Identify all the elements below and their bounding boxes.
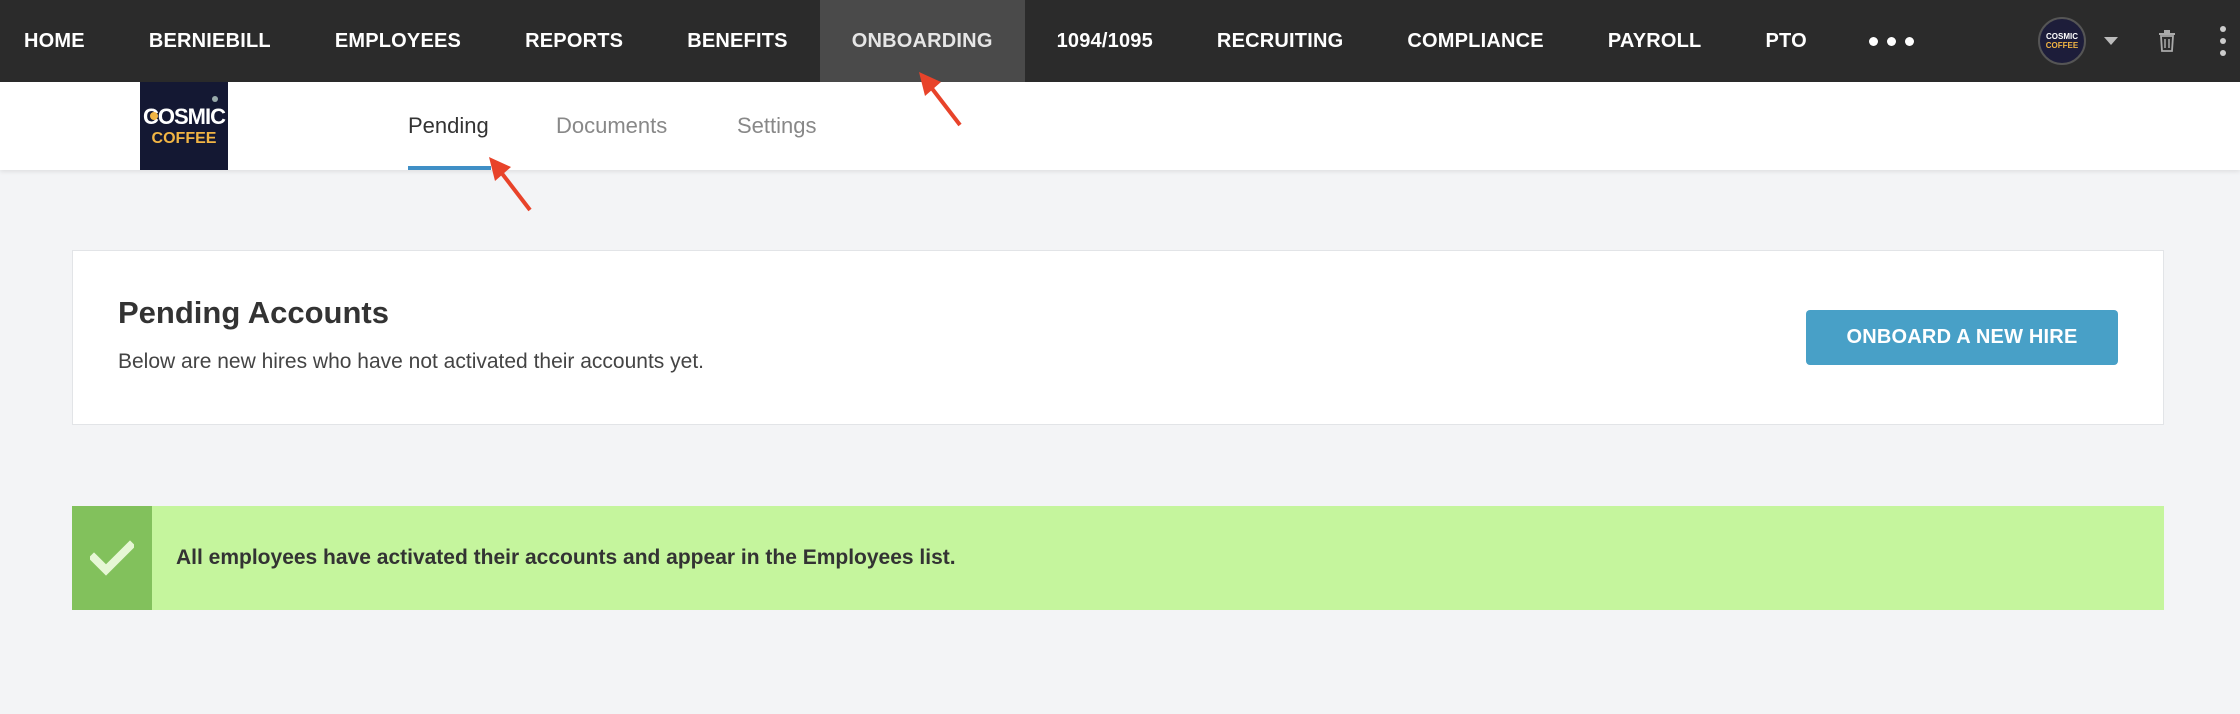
top-navigation: HOME BERNIEBILL EMPLOYEES REPORTS BENEFI… bbox=[0, 0, 2240, 82]
tab-settings[interactable]: Settings bbox=[737, 82, 817, 170]
alert-message: All employees have activated their accou… bbox=[176, 546, 956, 569]
nav-benefits[interactable]: BENEFITS bbox=[655, 0, 820, 82]
nav-compliance[interactable]: COMPLIANCE bbox=[1375, 0, 1575, 82]
trash-icon[interactable] bbox=[2158, 30, 2176, 52]
logo-planet-dot bbox=[150, 112, 158, 120]
nav-berniebill[interactable]: BERNIEBILL bbox=[117, 0, 303, 82]
check-icon bbox=[72, 506, 152, 610]
tab-documents[interactable]: Documents bbox=[556, 82, 667, 170]
tab-pending[interactable]: Pending bbox=[408, 82, 489, 170]
active-tab-indicator bbox=[408, 166, 491, 170]
nav-home[interactable]: HOME bbox=[0, 0, 117, 82]
pending-accounts-card: Pending Accounts Below are new hires who… bbox=[72, 250, 2164, 425]
avatar[interactable]: COSMIC COFFEE bbox=[2038, 17, 2086, 65]
logo-line-2: COFFEE bbox=[151, 130, 217, 147]
more-vertical-icon[interactable] bbox=[2220, 26, 2226, 56]
nav-pto[interactable]: PTO bbox=[1733, 0, 1838, 82]
onboard-new-hire-button[interactable]: ONBOARD A NEW HIRE bbox=[1806, 310, 2118, 365]
success-alert: All employees have activated their accou… bbox=[72, 506, 2164, 610]
page-description: Below are new hires who have not activat… bbox=[118, 350, 704, 373]
caret-down-icon[interactable] bbox=[2104, 37, 2118, 45]
nav-reports[interactable]: REPORTS bbox=[493, 0, 655, 82]
logo-star-dot bbox=[212, 96, 218, 102]
nav-employees[interactable]: EMPLOYEES bbox=[303, 0, 493, 82]
sub-navigation: COSMIC COFFEE Pending Documents Settings bbox=[0, 82, 2240, 170]
more-horizontal-icon[interactable] bbox=[1839, 0, 1944, 82]
avatar-text-1: COSMIC bbox=[2046, 32, 2078, 41]
annotation-arrow-icon bbox=[919, 72, 962, 127]
nav-1094-1095[interactable]: 1094/1095 bbox=[1025, 0, 1185, 82]
page-title: Pending Accounts bbox=[118, 295, 389, 330]
nav-recruiting[interactable]: RECRUITING bbox=[1185, 0, 1375, 82]
company-logo: COSMIC COFFEE bbox=[140, 82, 228, 170]
nav-right-controls: COSMIC COFFEE bbox=[2038, 0, 2240, 82]
nav-payroll[interactable]: PAYROLL bbox=[1576, 0, 1734, 82]
annotation-arrow-icon bbox=[489, 157, 532, 212]
avatar-text-2: COFFEE bbox=[2045, 41, 2079, 50]
